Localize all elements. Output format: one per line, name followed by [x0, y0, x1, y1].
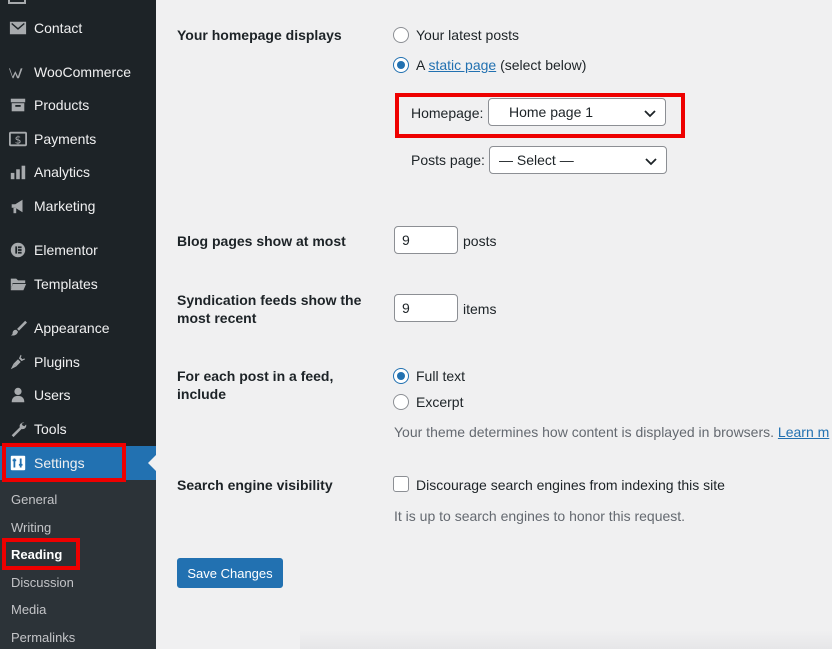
- latest-posts-label: Your latest posts: [416, 27, 519, 43]
- sidebar-item-contact[interactable]: Contact: [0, 11, 156, 45]
- homepage-select[interactable]: Home page 1: [488, 98, 666, 126]
- static-page-link[interactable]: static page: [428, 57, 496, 73]
- sidebar-item-plugins[interactable]: Plugins: [0, 345, 156, 379]
- static-prefix: A: [416, 57, 425, 73]
- discourage-search-checkbox[interactable]: [393, 476, 409, 492]
- bar-chart-icon: [8, 162, 28, 182]
- search-visibility-label: Search engine visibility: [177, 477, 333, 493]
- feed-content-description: Your theme determines how content is dis…: [394, 423, 829, 441]
- sidebar-item-label: Analytics: [34, 164, 91, 180]
- current-menu-arrow: [148, 455, 156, 471]
- syndication-label-line1: Syndication feeds show the: [177, 292, 362, 308]
- sidebar-item-label: Tools: [34, 421, 67, 437]
- posts-per-page-input[interactable]: 9: [394, 226, 458, 254]
- dollar-icon: $: [8, 129, 28, 149]
- full-text-label: Full text: [416, 368, 466, 384]
- submenu-item-general[interactable]: General: [11, 492, 57, 507]
- plug-icon: [8, 352, 28, 372]
- radio-full-text[interactable]: [393, 368, 409, 384]
- sidebar-item-analytics[interactable]: Analytics: [0, 155, 156, 189]
- sidebar-item-label: Marketing: [34, 198, 96, 214]
- search-visibility-description: It is up to search engines to honor this…: [394, 508, 686, 524]
- elementor-icon: [8, 240, 28, 260]
- sidebar-item-label: Users: [34, 387, 71, 403]
- woocommerce-icon: [8, 62, 28, 82]
- submenu-item-discussion[interactable]: Discussion: [11, 575, 74, 590]
- sidebar-item-label: Plugins: [34, 354, 80, 370]
- admin-sidebar: Contact WooCommerce Products $ Payments …: [0, 0, 156, 649]
- blog-pages-label: Blog pages show at most: [177, 233, 346, 249]
- sidebar-item-settings[interactable]: Settings: [0, 446, 156, 480]
- posts-page-select-label: Posts page:: [411, 152, 485, 168]
- chevron-down-icon: [644, 110, 656, 118]
- homepage-displays-label: Your homepage displays: [177, 27, 342, 43]
- svg-text:$: $: [15, 134, 22, 147]
- partial-icon: [8, 0, 26, 4]
- megaphone-icon: [8, 196, 28, 216]
- sidebar-item-label: Elementor: [34, 242, 98, 258]
- posts-unit-label: posts: [463, 233, 497, 249]
- settings-submenu: General Writing Reading Discussion Media…: [0, 480, 156, 649]
- sidebar-item-marketing[interactable]: Marketing: [0, 189, 156, 223]
- sidebar-item-payments[interactable]: $ Payments: [0, 122, 156, 156]
- save-changes-button[interactable]: Save Changes: [177, 558, 283, 588]
- sidebar-item-label: Contact: [34, 20, 83, 36]
- radio-excerpt[interactable]: [393, 394, 409, 410]
- syndication-label-line2: most recent: [177, 310, 257, 326]
- submenu-item-media[interactable]: Media: [11, 602, 46, 617]
- sidebar-item-users[interactable]: Users: [0, 378, 156, 412]
- homepage-select-label: Homepage:: [411, 105, 484, 121]
- radio-latest-posts[interactable]: [393, 27, 409, 43]
- wrench-icon: [8, 419, 28, 439]
- feed-items-input[interactable]: 9: [394, 294, 458, 322]
- sidebar-item-label: Templates: [34, 276, 98, 292]
- static-suffix: (select below): [500, 57, 587, 73]
- user-icon: [8, 385, 28, 405]
- learn-more-link[interactable]: Learn m: [778, 424, 829, 440]
- chevron-down-icon: [645, 158, 657, 166]
- sidebar-item-label: WooCommerce: [34, 64, 131, 80]
- sidebar-item-appearance[interactable]: Appearance: [0, 311, 156, 345]
- radio-static-page[interactable]: [393, 57, 409, 73]
- settings-sliders-icon: [8, 453, 28, 473]
- feed-content-label-line1: For each post in a feed,: [177, 368, 334, 384]
- sidebar-item-tools[interactable]: Tools: [0, 412, 156, 446]
- posts-page-select-value: — Select —: [499, 152, 574, 168]
- excerpt-label: Excerpt: [416, 394, 464, 410]
- paintbrush-icon: [8, 318, 28, 338]
- archive-icon: [8, 95, 28, 115]
- sidebar-item-elementor[interactable]: Elementor: [0, 233, 156, 267]
- items-unit-label: items: [463, 301, 497, 317]
- static-page-label: A static page (select below): [416, 56, 586, 74]
- sidebar-item-label: Settings: [34, 455, 85, 471]
- sidebar-item-label: Appearance: [34, 320, 110, 336]
- submenu-item-reading[interactable]: Reading: [11, 547, 62, 562]
- sidebar-item-label: Products: [34, 97, 90, 113]
- mail-icon: [8, 18, 28, 38]
- folder-icon: [8, 274, 28, 294]
- sidebar-item-woocommerce[interactable]: WooCommerce: [0, 55, 156, 89]
- feed-description-text: Your theme determines how content is dis…: [394, 424, 775, 440]
- submenu-item-permalinks[interactable]: Permalinks: [11, 630, 75, 645]
- sidebar-item-templates[interactable]: Templates: [0, 267, 156, 301]
- feed-content-label-line2: include: [177, 386, 227, 402]
- homepage-select-value: Home page 1: [509, 104, 594, 120]
- bottom-shadow: [300, 630, 832, 649]
- sidebar-item-products[interactable]: Products: [0, 88, 156, 122]
- discourage-search-label: Discourage search engines from indexing …: [416, 477, 725, 493]
- sidebar-item-label: Payments: [34, 131, 97, 147]
- submenu-item-writing[interactable]: Writing: [11, 520, 51, 535]
- posts-page-select[interactable]: — Select —: [489, 146, 667, 174]
